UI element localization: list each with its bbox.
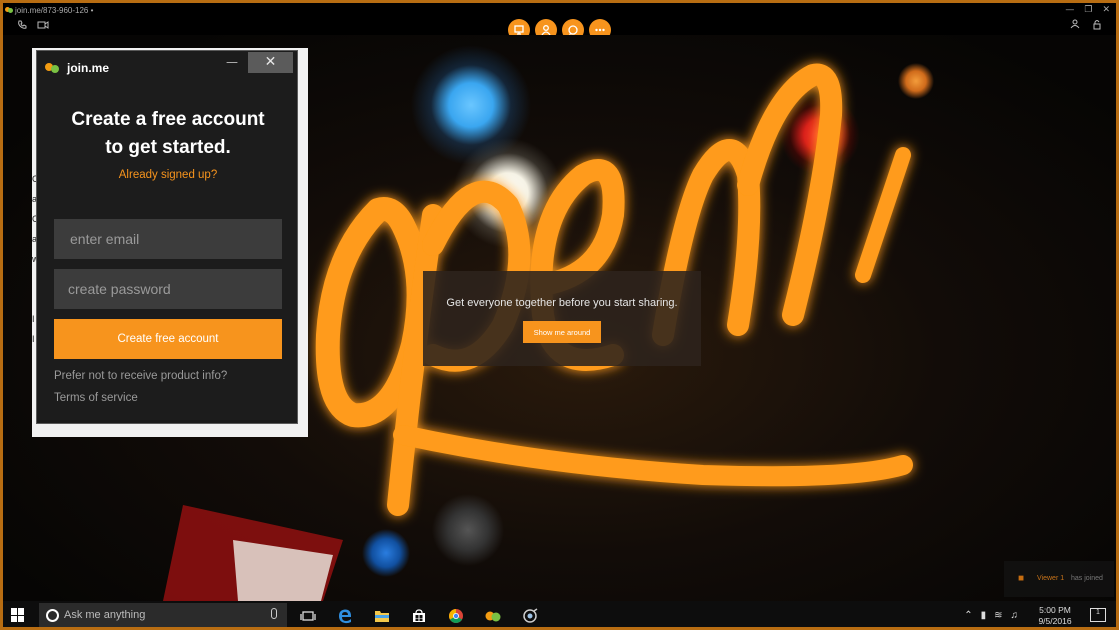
action-center-icon[interactable]: 1 xyxy=(1090,608,1106,622)
close-icon[interactable]: ✕ xyxy=(1102,3,1110,18)
welcome-overlay: Get everyone together before you start s… xyxy=(423,271,701,366)
joinme-window: join.me/873-960-126 • — ❐ ✕ a a I I join… xyxy=(0,0,1119,630)
taskbar-apps xyxy=(297,605,541,627)
store-icon[interactable] xyxy=(408,605,430,627)
minimize-icon[interactable]: — xyxy=(1065,3,1074,18)
already-signed-up-link[interactable]: Already signed up? xyxy=(37,169,299,181)
battery-icon[interactable]: ▮ xyxy=(981,610,987,621)
prefer-not-link[interactable]: Prefer not to receive product info? xyxy=(54,370,227,382)
dialog-brand: join.me xyxy=(67,61,110,75)
window-controls: — ❐ ✕ xyxy=(1065,3,1110,18)
dialog-title-line1: Create a free account xyxy=(71,109,265,130)
phone-icon[interactable] xyxy=(17,20,27,33)
video-icon[interactable] xyxy=(37,20,49,33)
volume-icon[interactable]: ♫ xyxy=(1011,610,1019,621)
person-icon[interactable] xyxy=(1070,19,1080,33)
microphone-icon[interactable] xyxy=(271,608,277,619)
terms-of-service-link[interactable]: Terms of service xyxy=(54,392,138,404)
show-me-around-button[interactable]: Show me around xyxy=(523,321,601,343)
viewer-joined-text: has joined xyxy=(1071,575,1103,582)
restore-icon[interactable]: ❐ xyxy=(1084,3,1092,18)
wifi-icon[interactable]: ≋ xyxy=(994,610,1002,621)
meeting-id[interactable]: join.me/873-960-126 • xyxy=(15,3,93,18)
welcome-message: Get everyone together before you start s… xyxy=(446,297,678,309)
dialog-title: Create a free account to get started. xyxy=(37,106,299,162)
viewer-name: Viewer 1 xyxy=(1037,575,1065,582)
clock-date: 9/5/2016 xyxy=(1038,616,1072,626)
file-explorer-icon[interactable] xyxy=(371,605,393,627)
joinme-logo-icon xyxy=(45,63,59,73)
dialog-close-button[interactable]: ✕ xyxy=(248,52,293,73)
dialog-header: join.me — ✕ xyxy=(37,51,297,81)
viewer-joined-notice: ■ Viewer 1 has joined xyxy=(1004,561,1114,597)
taskbar-clock[interactable]: 5:00 PM 9/5/2016 xyxy=(1030,605,1080,627)
search-placeholder: Ask me anything xyxy=(64,609,146,621)
joinme-logo-icon xyxy=(5,7,13,13)
clock-time: 5:00 PM xyxy=(1039,605,1071,615)
cortana-icon xyxy=(46,609,59,622)
chevron-up-icon[interactable]: ⌃ xyxy=(964,610,972,621)
cortana-search-box[interactable]: Ask me anything xyxy=(39,603,287,627)
chrome-icon[interactable] xyxy=(445,605,467,627)
email-field[interactable] xyxy=(54,219,282,259)
dialog-title-line2: to get started. xyxy=(105,137,231,158)
windows-start-icon[interactable] xyxy=(11,608,25,622)
dialog-minimize-button[interactable]: — xyxy=(222,55,242,73)
task-view-icon[interactable] xyxy=(297,605,319,627)
windows-taskbar: Ask me anything ⌃ ▮ ≋ ♫ 5:00 PM 9/5/2016… xyxy=(3,601,1116,627)
viewer-person-icon: ■ xyxy=(1018,573,1025,584)
signup-dialog: join.me — ✕ Create a free account to get… xyxy=(36,50,298,424)
password-field[interactable] xyxy=(54,269,282,309)
title-bar: join.me/873-960-126 • — ❐ ✕ xyxy=(3,3,1116,18)
lock-icon[interactable] xyxy=(1092,19,1102,33)
toolbar xyxy=(3,18,1116,41)
edge-icon[interactable] xyxy=(334,605,356,627)
joinme-taskbar-icon[interactable] xyxy=(482,605,504,627)
create-account-button[interactable]: Create free account xyxy=(54,319,282,359)
app-icon[interactable] xyxy=(519,605,541,627)
